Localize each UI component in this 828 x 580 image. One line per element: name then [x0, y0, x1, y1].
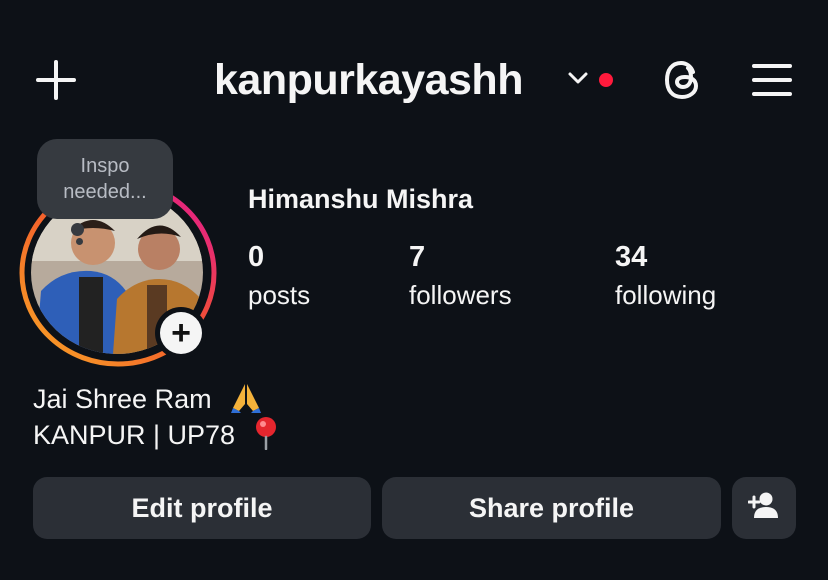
following-count[interactable]: 34 [615, 240, 647, 274]
note-text-line2: needed... [63, 181, 147, 203]
note-bubble-tail-small [76, 238, 83, 245]
posts-count[interactable]: 0 [248, 240, 264, 274]
followers-label[interactable]: followers [409, 279, 512, 311]
person-plus-icon [747, 491, 780, 526]
bio-text-1: Jai Shree Ram [33, 384, 212, 415]
followers-count[interactable]: 7 [409, 240, 425, 274]
share-profile-button[interactable]: Share profile [382, 477, 721, 539]
discover-people-button[interactable] [732, 477, 796, 539]
chevron-down-icon[interactable] [567, 70, 589, 86]
posts-label[interactable]: posts [248, 279, 310, 311]
threads-icon[interactable] [662, 58, 704, 102]
location-pin-icon [253, 416, 279, 458]
profile-username[interactable]: kanpurkayashh [214, 54, 523, 106]
edit-profile-button[interactable]: Edit profile [33, 477, 371, 539]
bio-text-2: KANPUR | UP78 [33, 420, 236, 451]
note-bubble-tail [71, 223, 84, 236]
profile-full-name: Himanshu Mishra [248, 184, 474, 214]
bio-line-2: KANPUR | UP78 [33, 416, 279, 458]
notification-dot [599, 73, 613, 87]
add-story-button[interactable]: + [155, 307, 207, 359]
hamburger-menu-icon[interactable] [752, 62, 792, 98]
note-text-line1: Inspo [80, 155, 130, 177]
new-post-plus-icon[interactable] [36, 60, 76, 100]
note-bubble[interactable]: Inspo needed... [37, 139, 173, 219]
plus-icon: + [160, 312, 202, 354]
following-label[interactable]: following [615, 279, 716, 311]
